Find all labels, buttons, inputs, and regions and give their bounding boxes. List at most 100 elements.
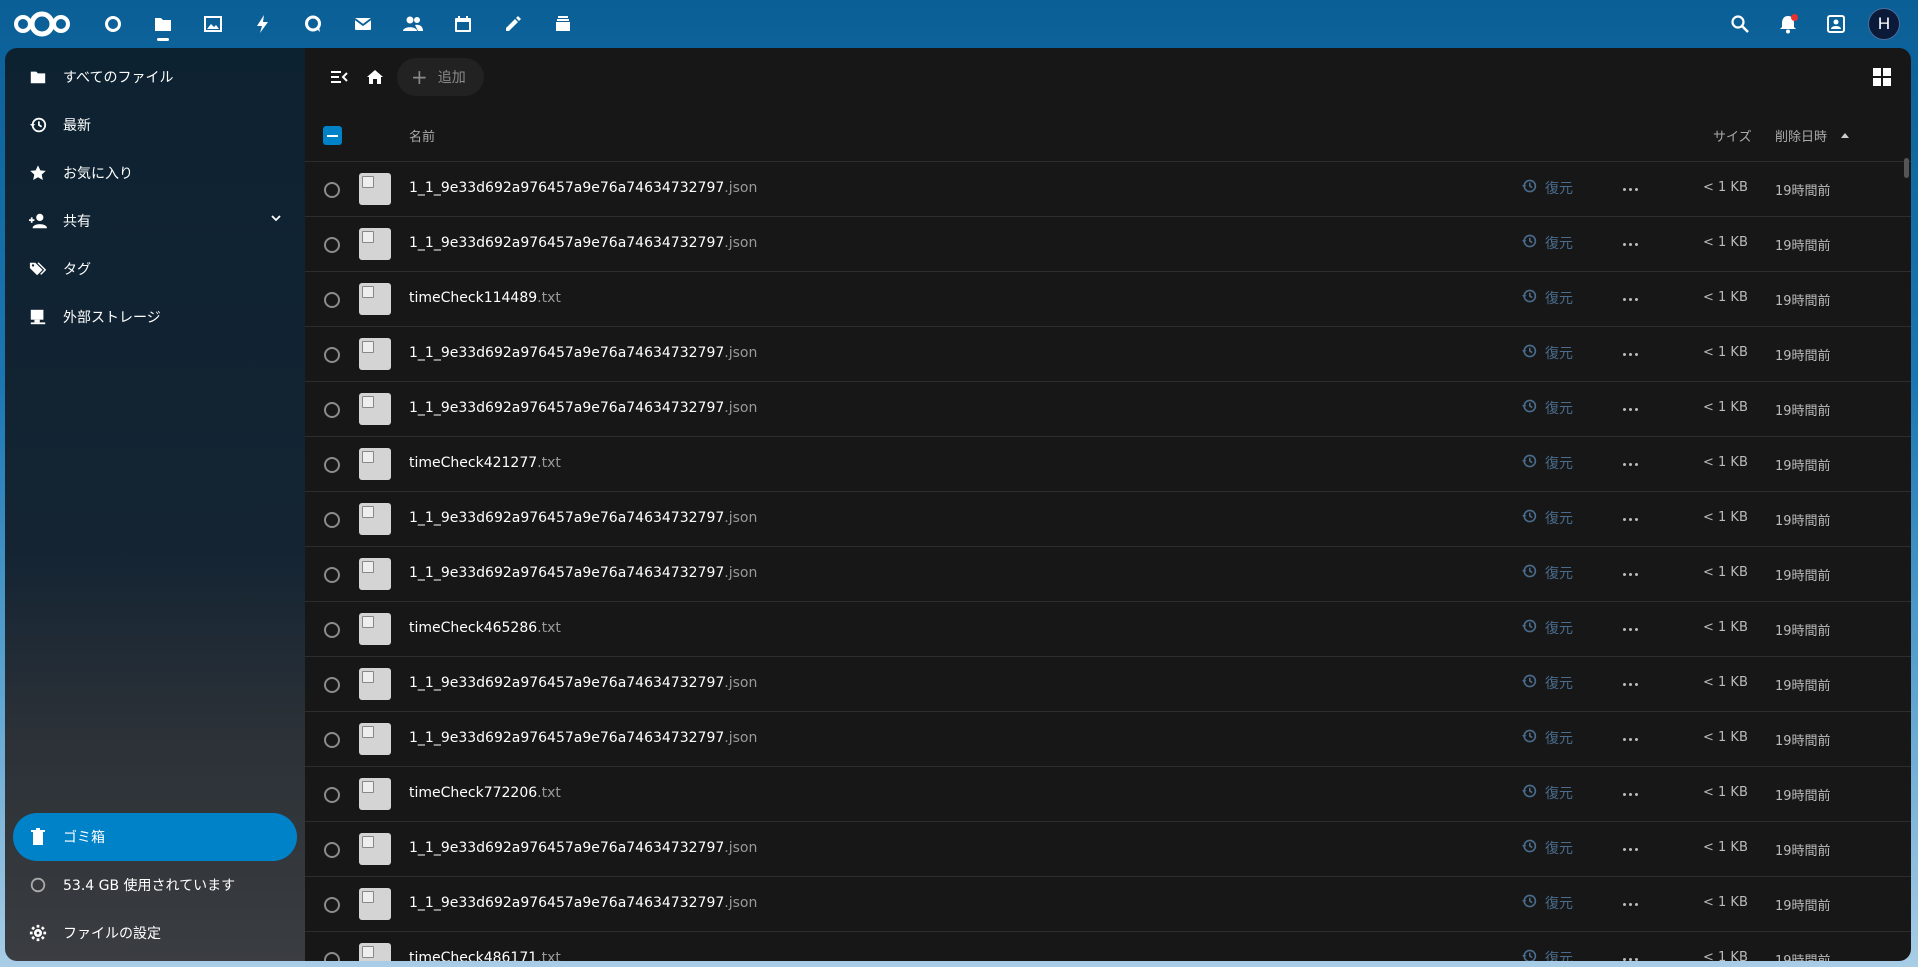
restore-button[interactable]: 復元 — [1521, 893, 1573, 913]
more-actions-icon[interactable] — [1618, 948, 1642, 961]
file-name[interactable]: 1_1_9e33d692a976457a9e76a74634732797.jso… — [409, 510, 757, 526]
row-select-checkbox[interactable] — [324, 512, 340, 528]
row-select-checkbox[interactable] — [324, 622, 340, 638]
more-actions-icon[interactable] — [1618, 398, 1642, 420]
restore-button[interactable]: 復元 — [1521, 948, 1573, 961]
files-settings-button[interactable]: ファイルの設定 — [13, 909, 297, 957]
user-menu[interactable]: H — [1860, 0, 1908, 48]
more-actions-icon[interactable] — [1618, 233, 1642, 255]
contacts-app-icon[interactable] — [388, 0, 438, 48]
column-header-size[interactable]: サイズ — [1713, 126, 1752, 145]
table-row[interactable]: 1_1_9e33d692a976457a9e76a74634732797.jso… — [305, 712, 1911, 767]
contacts-menu-icon[interactable] — [1812, 0, 1860, 48]
restore-button[interactable]: 復元 — [1521, 838, 1573, 858]
table-row[interactable]: 1_1_9e33d692a976457a9e76a74634732797.jso… — [305, 327, 1911, 382]
more-actions-icon[interactable] — [1618, 783, 1642, 805]
column-header-deleted[interactable]: 削除日時 — [1775, 126, 1850, 145]
file-name[interactable]: timeCheck114489.txt — [409, 290, 561, 306]
talk-app-icon[interactable] — [288, 0, 338, 48]
row-select-checkbox[interactable] — [324, 732, 340, 748]
storage-quota[interactable]: 53.4 GB 使用されています — [13, 861, 297, 909]
file-name[interactable]: timeCheck465286.txt — [409, 620, 561, 636]
table-row[interactable]: 1_1_9e33d692a976457a9e76a74634732797.jso… — [305, 547, 1911, 602]
restore-button[interactable]: 復元 — [1521, 618, 1573, 638]
restore-button[interactable]: 復元 — [1521, 728, 1573, 748]
more-actions-icon[interactable] — [1618, 178, 1642, 200]
file-name[interactable]: timeCheck421277.txt — [409, 455, 561, 471]
file-name[interactable]: 1_1_9e33d692a976457a9e76a74634732797.jso… — [409, 235, 757, 251]
mail-app-icon[interactable] — [338, 0, 388, 48]
row-select-checkbox[interactable] — [324, 347, 340, 363]
sidebar-item-tags[interactable]: タグ — [13, 245, 297, 293]
row-select-checkbox[interactable] — [324, 457, 340, 473]
deck-app-icon[interactable] — [538, 0, 588, 48]
file-name[interactable]: 1_1_9e33d692a976457a9e76a74634732797.jso… — [409, 675, 757, 691]
grid-view-icon[interactable] — [1867, 62, 1897, 92]
dashboard-app-icon[interactable] — [88, 0, 138, 48]
sidebar-item-trash[interactable]: ゴミ箱 — [13, 813, 297, 861]
row-select-checkbox[interactable] — [324, 567, 340, 583]
sidebar-item-recent[interactable]: 最新 — [13, 101, 297, 149]
row-select-checkbox[interactable] — [324, 842, 340, 858]
row-select-checkbox[interactable] — [324, 182, 340, 198]
table-row[interactable]: 1_1_9e33d692a976457a9e76a74634732797.jso… — [305, 492, 1911, 547]
more-actions-icon[interactable] — [1618, 838, 1642, 860]
table-row[interactable]: 1_1_9e33d692a976457a9e76a74634732797.jso… — [305, 657, 1911, 712]
restore-button[interactable]: 復元 — [1521, 453, 1573, 473]
more-actions-icon[interactable] — [1618, 728, 1642, 750]
table-row[interactable]: timeCheck421277.txt 復元 < 1 KB 19時間前 — [305, 437, 1911, 492]
row-select-checkbox[interactable] — [324, 897, 340, 913]
scrollbar[interactable] — [1904, 158, 1909, 178]
file-name[interactable]: 1_1_9e33d692a976457a9e76a74634732797.jso… — [409, 180, 757, 196]
row-select-checkbox[interactable] — [324, 292, 340, 308]
more-actions-icon[interactable] — [1618, 673, 1642, 695]
table-row[interactable]: 1_1_9e33d692a976457a9e76a74634732797.jso… — [305, 822, 1911, 877]
more-actions-icon[interactable] — [1618, 453, 1642, 475]
sidebar-item-favorites[interactable]: お気に入り — [13, 149, 297, 197]
calendar-app-icon[interactable] — [438, 0, 488, 48]
file-name[interactable]: 1_1_9e33d692a976457a9e76a74634732797.jso… — [409, 565, 757, 581]
more-actions-icon[interactable] — [1618, 288, 1642, 310]
nextcloud-logo-icon[interactable] — [10, 0, 74, 48]
restore-button[interactable]: 復元 — [1521, 178, 1573, 198]
restore-button[interactable]: 復元 — [1521, 398, 1573, 418]
file-name[interactable]: 1_1_9e33d692a976457a9e76a74634732797.jso… — [409, 345, 757, 361]
restore-button[interactable]: 復元 — [1521, 233, 1573, 253]
toggle-sidebar-icon[interactable] — [321, 59, 357, 95]
table-row[interactable]: 1_1_9e33d692a976457a9e76a74634732797.jso… — [305, 162, 1911, 217]
file-name[interactable]: 1_1_9e33d692a976457a9e76a74634732797.jso… — [409, 730, 757, 746]
restore-button[interactable]: 復元 — [1521, 563, 1573, 583]
restore-button[interactable]: 復元 — [1521, 343, 1573, 363]
restore-button[interactable]: 復元 — [1521, 783, 1573, 803]
more-actions-icon[interactable] — [1618, 343, 1642, 365]
file-name[interactable]: 1_1_9e33d692a976457a9e76a74634732797.jso… — [409, 895, 757, 911]
row-select-checkbox[interactable] — [324, 402, 340, 418]
notifications-bell-icon[interactable] — [1764, 0, 1812, 48]
more-actions-icon[interactable] — [1618, 508, 1642, 530]
more-actions-icon[interactable] — [1618, 618, 1642, 640]
restore-button[interactable]: 復元 — [1521, 288, 1573, 308]
notes-app-icon[interactable] — [488, 0, 538, 48]
chevron-down-icon[interactable] — [269, 211, 283, 229]
table-row[interactable]: timeCheck486171.txt 復元 < 1 KB 19時間前 — [305, 932, 1911, 961]
select-all-checkbox[interactable] — [323, 126, 342, 145]
table-row[interactable]: 1_1_9e33d692a976457a9e76a74634732797.jso… — [305, 217, 1911, 272]
file-name[interactable]: 1_1_9e33d692a976457a9e76a74634732797.jso… — [409, 400, 757, 416]
search-icon[interactable] — [1716, 0, 1764, 48]
row-select-checkbox[interactable] — [324, 237, 340, 253]
more-actions-icon[interactable] — [1618, 893, 1642, 915]
activity-app-icon[interactable] — [238, 0, 288, 48]
restore-button[interactable]: 復元 — [1521, 508, 1573, 528]
restore-button[interactable]: 復元 — [1521, 673, 1573, 693]
add-new-button[interactable]: + 追加 — [397, 58, 484, 96]
table-row[interactable]: timeCheck114489.txt 復元 < 1 KB 19時間前 — [305, 272, 1911, 327]
table-row[interactable]: 1_1_9e33d692a976457a9e76a74634732797.jso… — [305, 382, 1911, 437]
table-row[interactable]: timeCheck465286.txt 復元 < 1 KB 19時間前 — [305, 602, 1911, 657]
column-header-name[interactable]: 名前 — [409, 126, 435, 145]
home-icon[interactable] — [357, 59, 393, 95]
file-name[interactable]: 1_1_9e33d692a976457a9e76a74634732797.jso… — [409, 840, 757, 856]
sidebar-item-external-storage[interactable]: 外部ストレージ — [13, 293, 297, 341]
photos-app-icon[interactable] — [188, 0, 238, 48]
sidebar-item-shares[interactable]: 共有 — [13, 197, 297, 245]
row-select-checkbox[interactable] — [324, 952, 340, 961]
